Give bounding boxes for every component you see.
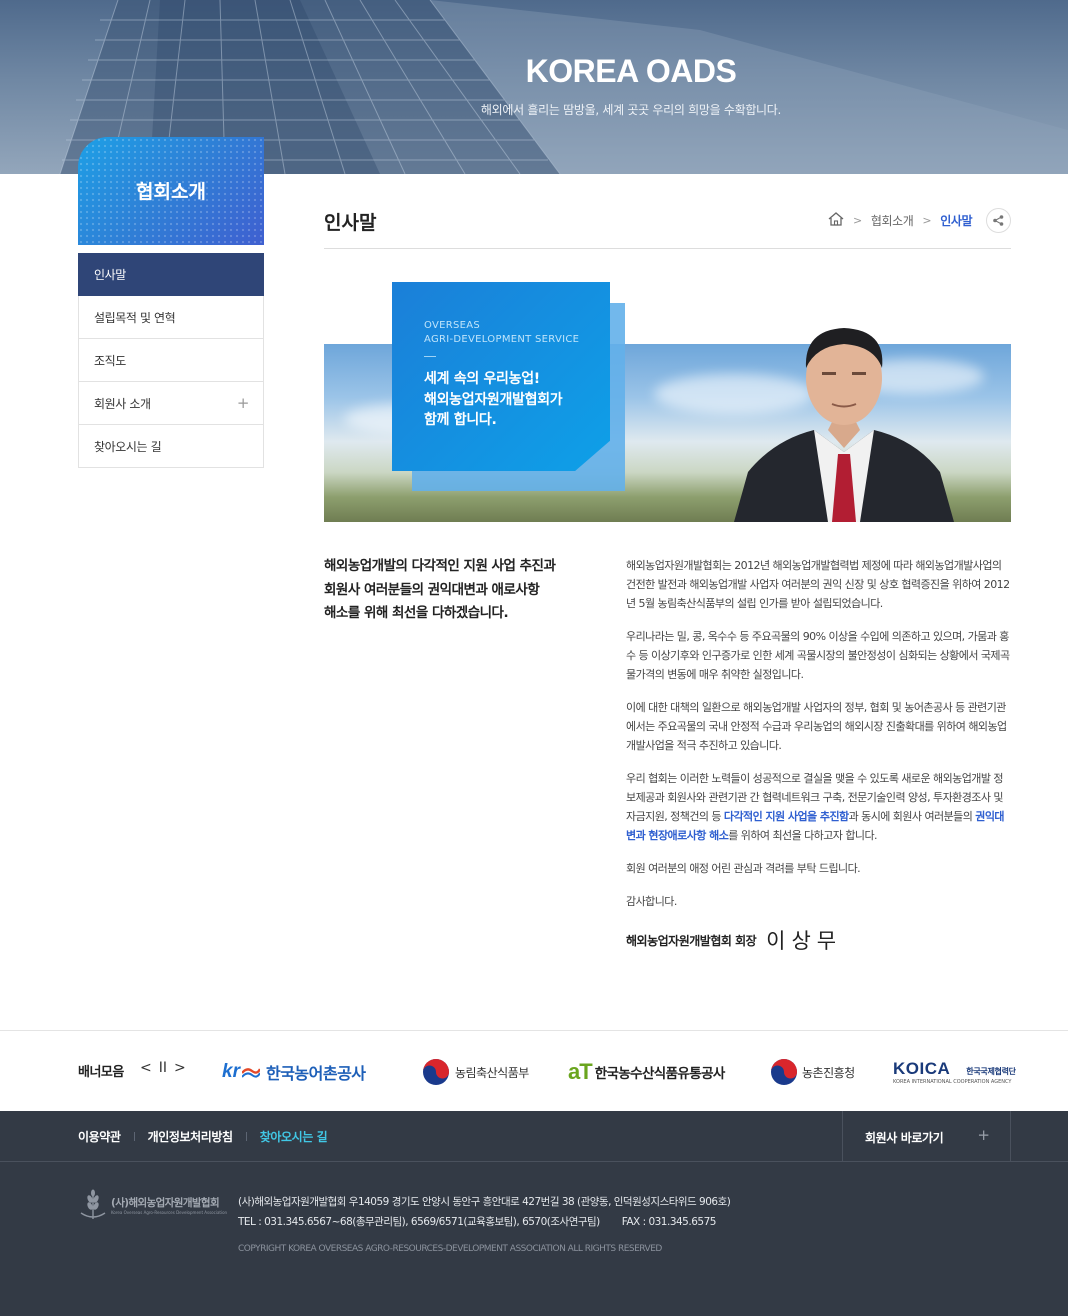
sidebar-menu: 인사말 설립목적 및 연혁 조직도 회원사 소개 + 찾아오시는 길 (78, 253, 264, 468)
footer-logo: (사)해외농업자원개발협회 Korea Overseas Agro-Resour… (78, 1189, 227, 1221)
footer-copyright: COPYRIGHT KOREA OVERSEAS AGRO-RESOURCES-… (238, 1244, 662, 1254)
banner-logo-krc[interactable]: kr 한국농어촌공사 (222, 1056, 366, 1088)
footer-address: (사)해외농업자원개발협회 우14059 경기도 안양시 동안구 흥안대로 42… (238, 1196, 731, 1228)
slogan-box: OVERSEAS AGRI-DEVELOPMENT SERVICE 세계 속의 … (392, 282, 610, 471)
paragraph: 회원 여러분의 애정 어린 관심과 격려를 부탁 드립니다. (626, 862, 861, 875)
sidebar-heading: 협회소개 (78, 137, 264, 245)
sidebar-item-label: 찾아오시는 길 (94, 439, 162, 454)
paragraph: 우리나라는 밀, 콩, 옥수수 등 주요곡물의 90% 이상을 수입에 의존하고… (626, 630, 1010, 681)
banner-controls: < II > (140, 1060, 186, 1076)
family-site-label: 회원사 바로가기 (865, 1131, 944, 1145)
hero-title: KOREA OADS (525, 53, 737, 89)
footer-logo-sub: Korea Overseas Agro-Resources Developmen… (111, 1210, 228, 1215)
signature-name: 이상무 (766, 929, 843, 953)
paragraph: 감사합니다. (626, 895, 677, 908)
footer-link-terms[interactable]: 이용약관 (78, 1128, 121, 1145)
footer-link-privacy[interactable]: 개인정보처리방침 (148, 1128, 234, 1145)
koica-logo-eng: KOREA INTERNATIONAL COOPERATION AGENCY (893, 1079, 1012, 1085)
sidebar-item-organization[interactable]: 조직도 (78, 339, 264, 382)
chevron-right-icon: > (853, 213, 862, 227)
plus-icon: + (977, 1126, 990, 1144)
wheat-icon (80, 1189, 106, 1219)
krc-wave-icon (241, 1068, 260, 1078)
krc-logo-mark: kr (222, 1061, 240, 1082)
footer-logo-text: (사)해외농업자원개발협회 (111, 1197, 220, 1209)
footer-link-directions[interactable]: 찾아오시는 길 (260, 1128, 328, 1145)
sidebar-heading-text: 협회소개 (136, 181, 206, 203)
slogan-english: OVERSEAS AGRI-DEVELOPMENT SERVICE (424, 320, 580, 345)
divider (324, 248, 1011, 249)
home-icon[interactable] (828, 211, 844, 229)
signature: 해외농업자원개발협회 회장 이상무 (626, 925, 842, 955)
paragraph: 이에 대한 대책의 일환으로 해외농업개발 사업자의 정부, 협회 및 농어촌공… (626, 701, 1007, 752)
rda-logo-text: 농촌진흥청 (802, 1065, 855, 1080)
at-logo-text: 한국농수산식품유통공사 (594, 1066, 726, 1082)
family-site-select[interactable]: 회원사 바로가기 + (842, 1111, 1011, 1161)
chevron-right-icon: > (922, 213, 932, 227)
signature-org: 해외농업자원개발협회 회장 (626, 933, 757, 948)
koica-logo-text: KOICA (893, 1059, 951, 1078)
breadcrumb-current[interactable]: 인사말 (940, 212, 972, 229)
next-icon[interactable]: > (174, 1060, 186, 1076)
share-button[interactable] (986, 208, 1011, 233)
sidebar-item-members[interactable]: 회원사 소개 + (78, 382, 264, 425)
paragraph: 우리 협회는 이러한 노력들이 성공적으로 결실을 맺을 수 있도록 새로운 해… (626, 772, 1005, 842)
krc-logo-text: 한국농어촌공사 (265, 1064, 366, 1083)
slogan-korean: 세계 속의 우리농업! 해외농업자원개발협회가 함께 합니다. (424, 371, 563, 428)
at-logo-mark: aT (568, 1059, 593, 1084)
banner-logo-mafra[interactable]: 농림축산식품부 (422, 1056, 529, 1088)
taegeuk-icon (771, 1059, 797, 1085)
greeting-lead: 해외농업개발의 다각적인 지원 사업 추진과 회원사 여러분들의 권익대변과 애… (324, 558, 556, 621)
banner-logo-koica[interactable]: KOICA 한국국제협력단 KOREA INTERNATIONAL COOPER… (893, 1056, 1016, 1088)
chairman-portrait (734, 328, 954, 522)
sidebar-item-history[interactable]: 설립목적 및 연혁 (78, 296, 264, 339)
divider (0, 1161, 1068, 1162)
hero-subtitle: 해외에서 흘리는 땀방울, 세계 곳곳 우리의 희망을 수확합니다. (480, 103, 782, 117)
paragraph: 해외농업자원개발협회는 2012년 해외농업개발협력법 제정에 따라 해외농업개… (626, 559, 1010, 610)
sidebar-item-label: 인사말 (94, 268, 126, 282)
greeting-article: 해외농업자원개발협회는 2012년 해외농업개발협력법 제정에 따라 해외농업개… (626, 556, 1011, 925)
highlight-text: 다각적인 지원 사업을 추진함 (723, 810, 849, 823)
koica-logo-sub: 한국국제협력단 (966, 1067, 1016, 1076)
banner-logo-at[interactable]: aT 한국농수산식품유통공사 (568, 1056, 725, 1088)
mafra-logo-text: 농림축산식품부 (455, 1065, 529, 1080)
share-icon (993, 215, 1004, 226)
footer: 이용약관 개인정보처리방침 찾아오시는 길 회원사 바로가기 + (사)해외농업… (0, 1111, 1068, 1316)
divider (0, 1030, 1068, 1031)
prev-icon[interactable]: < (140, 1060, 152, 1076)
taegeuk-icon (423, 1059, 449, 1085)
banner-logo-rda[interactable]: 농촌진흥청 (770, 1056, 855, 1088)
sidebar-item-label: 설립목적 및 연혁 (94, 310, 176, 325)
sidebar-item-greeting[interactable]: 인사말 (78, 253, 264, 296)
banner-strip-label: 배너모음 (78, 1065, 124, 1080)
plus-icon[interactable]: + (237, 394, 250, 412)
breadcrumb: > 협회소개 > 인사말 (828, 208, 973, 232)
page-title: 인사말 (324, 212, 377, 234)
sidebar-item-label: 조직도 (94, 353, 126, 368)
sidebar-item-directions[interactable]: 찾아오시는 길 (78, 425, 264, 468)
pause-icon[interactable]: II (159, 1060, 167, 1076)
breadcrumb-item[interactable]: 협회소개 (871, 212, 914, 229)
footer-links: 이용약관 개인정보처리방침 찾아오시는 길 (78, 1128, 328, 1145)
sidebar-item-label: 회원사 소개 (94, 396, 151, 411)
